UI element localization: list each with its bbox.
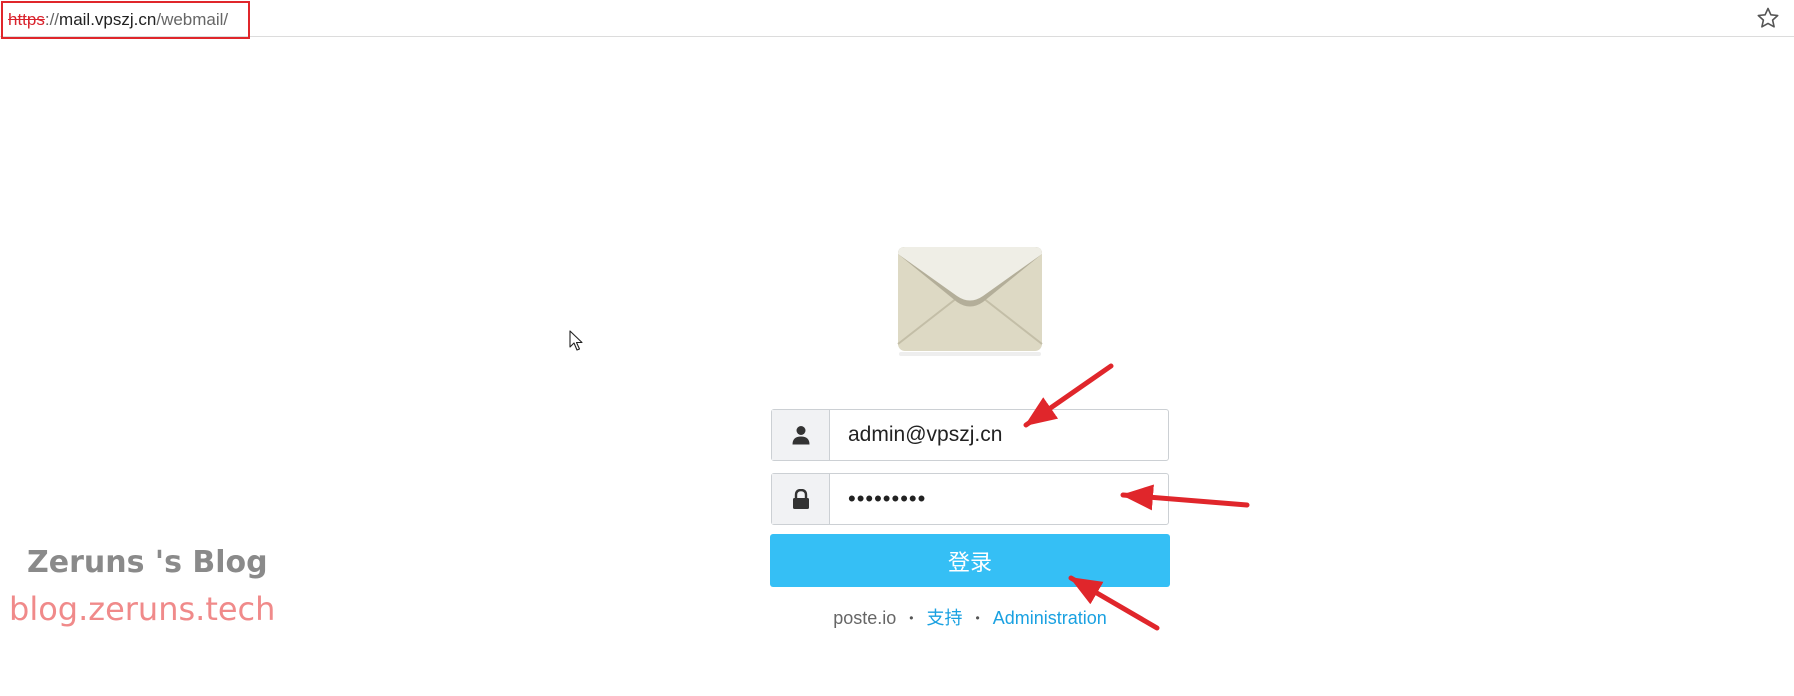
username-input[interactable] [830, 410, 1168, 460]
username-addon [772, 410, 830, 460]
footer-brand: poste.io [833, 608, 897, 628]
url-field[interactable]: https://mail.vpszj.cn/webmail/ [1, 1, 250, 39]
user-icon [792, 426, 809, 445]
url-scheme: https [8, 10, 45, 29]
password-field [771, 473, 1169, 525]
lock-icon [792, 489, 809, 509]
url-path: /webmail/ [156, 10, 229, 29]
url-host: mail.vpszj.cn [59, 10, 157, 29]
browser-address-bar: https://mail.vpszj.cn/webmail/ [0, 0, 1794, 39]
password-addon [772, 474, 830, 524]
password-input[interactable] [830, 474, 1168, 524]
mouse-cursor-icon [569, 330, 583, 351]
administration-link[interactable]: Administration [993, 608, 1107, 628]
footer-links: poste.io • 支持 • Administration [770, 604, 1170, 630]
url-separator: :// [44, 10, 60, 29]
envelope-icon [897, 247, 1043, 356]
watermark-url: blog.zeruns.tech [9, 590, 276, 628]
username-field [771, 409, 1169, 461]
footer-separator: • [909, 611, 914, 625]
support-link[interactable]: 支持 [927, 608, 963, 628]
watermark-title: Zeruns 's Blog [27, 545, 268, 580]
footer-separator: • [975, 611, 980, 625]
login-button[interactable]: 登录 [770, 534, 1170, 587]
page: https://mail.vpszj.cn/webmail/ 登 [0, 0, 1794, 696]
star-icon[interactable] [1756, 6, 1780, 30]
